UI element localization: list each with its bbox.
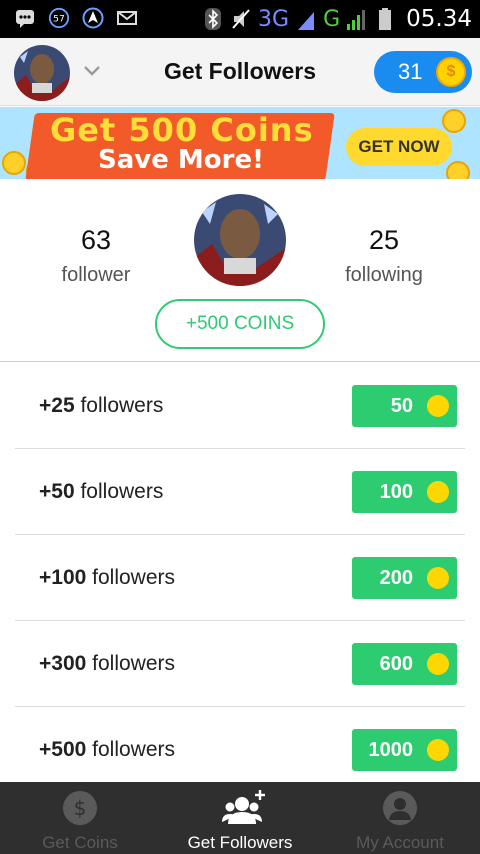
coin-icon: $ bbox=[436, 57, 466, 87]
signal-icon bbox=[295, 8, 317, 30]
package-amount: +50 bbox=[39, 480, 75, 503]
battery-icon bbox=[374, 8, 396, 30]
clock: 05.34 bbox=[406, 6, 472, 32]
package-price: 1000 bbox=[368, 739, 414, 761]
bluetooth-icon bbox=[202, 8, 224, 30]
following-count: 25 bbox=[368, 225, 400, 255]
coin-decoration-icon bbox=[442, 109, 466, 133]
bonus-coins-button[interactable]: +500 COINS bbox=[155, 299, 325, 349]
status-bar: 57 3G G 05.34 bbox=[0, 0, 480, 38]
buy-package-button[interactable]: 600 bbox=[352, 643, 457, 685]
package-amount: +500 bbox=[39, 738, 87, 761]
tab-get-coins[interactable]: $ Get Coins bbox=[0, 782, 160, 854]
bbm-icon bbox=[14, 7, 36, 29]
bottom-tab-bar: $ Get Coins Get Followers My Account bbox=[0, 782, 480, 854]
banner-subline: Save More! bbox=[98, 145, 264, 175]
get-now-button[interactable]: GET NOW bbox=[346, 128, 452, 166]
following-label: following bbox=[345, 264, 423, 286]
tab-label: My Account bbox=[356, 833, 444, 852]
promo-banner[interactable]: Get 500 Coins Save More! GET NOW bbox=[0, 107, 480, 179]
mute-icon bbox=[230, 8, 252, 30]
navigation-icon bbox=[82, 7, 104, 29]
coin-icon bbox=[427, 653, 449, 675]
coin-decoration-icon bbox=[2, 151, 26, 175]
package-unit: followers bbox=[92, 738, 176, 761]
buy-package-button[interactable]: 50 bbox=[352, 385, 457, 427]
package-label: +25 followers bbox=[39, 394, 163, 418]
list-item[interactable]: +50 followers 100 bbox=[15, 449, 465, 535]
followers-stat: 63 follower bbox=[16, 225, 176, 287]
tab-label: Get Followers bbox=[187, 833, 293, 852]
notification-badge-icon: 57 bbox=[48, 7, 70, 29]
package-amount: +100 bbox=[39, 566, 87, 589]
signal-bars-icon bbox=[346, 8, 368, 30]
tab-label: Get Coins bbox=[42, 833, 118, 852]
coin-icon bbox=[427, 739, 449, 761]
package-label: +300 followers bbox=[39, 652, 175, 676]
network-g-label: G bbox=[323, 6, 341, 32]
email-icon bbox=[116, 7, 138, 29]
notification-count: 57 bbox=[53, 14, 65, 25]
coin-icon bbox=[427, 567, 449, 589]
list-item[interactable]: +25 followers 50 bbox=[15, 363, 465, 449]
tab-my-account[interactable]: My Account bbox=[320, 782, 480, 854]
buy-package-button[interactable]: 200 bbox=[352, 557, 457, 599]
app-header: Get Followers 31 $ bbox=[0, 38, 480, 106]
list-item[interactable]: +300 followers 600 bbox=[15, 621, 465, 707]
package-unit: followers bbox=[92, 652, 176, 675]
package-label: +50 followers bbox=[39, 480, 163, 504]
tab-get-followers[interactable]: Get Followers bbox=[160, 782, 320, 854]
package-amount: +25 bbox=[39, 394, 75, 417]
package-price: 200 bbox=[379, 567, 413, 589]
list-item[interactable]: +100 followers 200 bbox=[15, 535, 465, 621]
followers-count: 63 bbox=[80, 225, 112, 255]
package-price: 50 bbox=[390, 395, 413, 417]
buy-package-button[interactable]: 1000 bbox=[352, 729, 457, 771]
buy-package-button[interactable]: 100 bbox=[352, 471, 457, 513]
package-label: +100 followers bbox=[39, 566, 175, 590]
package-price: 100 bbox=[379, 481, 413, 503]
account-icon bbox=[382, 790, 418, 826]
followers-label: follower bbox=[61, 264, 131, 286]
add-followers-icon bbox=[222, 790, 265, 826]
package-price: 600 bbox=[379, 653, 413, 675]
coin-balance: 31 bbox=[398, 59, 423, 84]
profile-avatar bbox=[194, 194, 286, 286]
package-amount: +300 bbox=[39, 652, 87, 675]
coin-icon bbox=[427, 395, 449, 417]
follower-packages-list: +25 followers 50 +50 followers 100 +100 … bbox=[0, 363, 480, 793]
dollar-coin-icon: $ bbox=[62, 790, 98, 826]
package-unit: followers bbox=[80, 480, 164, 503]
package-unit: followers bbox=[80, 394, 164, 417]
coin-balance-button[interactable]: 31 $ bbox=[374, 51, 472, 93]
profile-summary: 63 follower 25 following +500 COINS bbox=[0, 179, 480, 362]
network-3g-label: 3G bbox=[258, 6, 290, 32]
svg-text:$: $ bbox=[74, 796, 87, 820]
banner-headline: Get 500 Coins bbox=[50, 111, 314, 149]
list-item[interactable]: +500 followers 1000 bbox=[15, 707, 465, 793]
package-label: +500 followers bbox=[39, 738, 175, 762]
coin-icon bbox=[427, 481, 449, 503]
following-stat: 25 following bbox=[304, 225, 464, 287]
package-unit: followers bbox=[92, 566, 176, 589]
coin-decoration-icon bbox=[446, 161, 470, 179]
